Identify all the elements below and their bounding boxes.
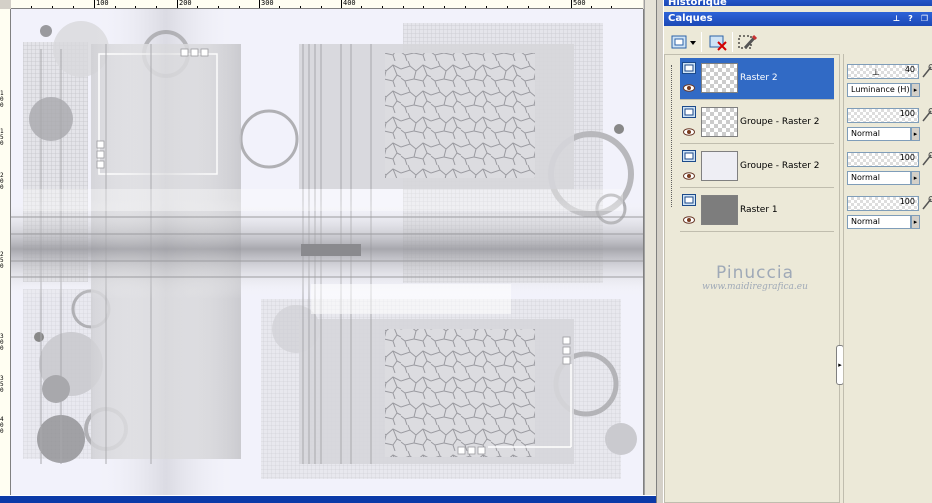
- layer-properties-row: 100 Normal ▸: [847, 194, 932, 236]
- ruler-label: 500: [573, 0, 586, 7]
- ruler-label: 100: [96, 0, 109, 7]
- blend-mode-select[interactable]: Normal: [847, 171, 911, 185]
- dropdown-arrow-icon[interactable]: ▸: [911, 215, 920, 229]
- raster-layer-icon: [682, 194, 696, 206]
- layer-name: Raster 2: [740, 73, 778, 83]
- ruler-label: 0: [0, 387, 4, 394]
- dropdown-arrow-icon[interactable]: ▸: [911, 127, 920, 141]
- visibility-eye-icon[interactable]: [683, 84, 695, 92]
- layer-properties: ⊥ 40 Luminance (H) ▸ 100 Normal ▸ 100 No…: [843, 54, 932, 503]
- panel-splitter[interactable]: [656, 0, 664, 503]
- edit-brush-icon[interactable]: [921, 64, 932, 78]
- opacity-value: 100: [899, 197, 915, 206]
- opacity-slider[interactable]: 100: [847, 108, 919, 123]
- layer-name: Groupe - Raster 2: [740, 161, 820, 171]
- layers-toolbar: [664, 28, 932, 54]
- dropdown-arrow-icon[interactable]: ▸: [911, 171, 920, 185]
- blend-mode-select[interactable]: Normal: [847, 215, 911, 229]
- edit-brush-icon[interactable]: [921, 196, 932, 210]
- horizontal-ruler: 100 200 300 400 500: [11, 0, 643, 9]
- ruler-label: 0: [0, 345, 4, 352]
- raster-layer-icon: [682, 62, 696, 74]
- layer-properties-row: 100 Normal ▸: [847, 150, 932, 192]
- opacity-value: 100: [899, 153, 915, 162]
- layer-row[interactable]: Raster 2: [680, 58, 834, 100]
- new-layer-icon: [671, 35, 696, 49]
- layer-name: Groupe - Raster 2: [740, 117, 820, 127]
- layer-row[interactable]: Groupe - Raster 2: [680, 102, 834, 144]
- new-layer-dropdown-button[interactable]: [669, 32, 697, 52]
- watermark: Pinuccia www.maidiregrafica.eu: [695, 263, 815, 292]
- layers-panel-titlebar[interactable]: Calques ⊥ ? ❐: [664, 12, 932, 26]
- watermark-name: Pinuccia: [716, 263, 794, 283]
- edit-brush-icon[interactable]: [921, 108, 932, 122]
- opacity-slider[interactable]: 100: [847, 196, 919, 211]
- opacity-slider[interactable]: ⊥ 40: [847, 64, 919, 79]
- document-canvas[interactable]: [11, 9, 644, 495]
- opacity-slider[interactable]: 100: [847, 152, 919, 167]
- layers-palette: Historique Calques ⊥ ? ❐ Raster 2 Groupe…: [664, 0, 932, 503]
- raster-layer-icon: [682, 106, 696, 118]
- pin-icon[interactable]: ⊥: [891, 13, 902, 24]
- delete-layer-button[interactable]: [707, 32, 729, 52]
- ruler-label: 300: [261, 0, 274, 7]
- ruler-label: 0: [0, 428, 4, 435]
- app-window: 100 200 300 400 500 1 0 0 1 5 0 2 0 0 2 …: [0, 0, 932, 503]
- opacity-value: 100: [899, 109, 915, 118]
- help-icon[interactable]: ?: [905, 13, 916, 24]
- blend-mode-select[interactable]: Normal: [847, 127, 911, 141]
- layer-thumbnail: [701, 63, 738, 93]
- history-panel-titlebar[interactable]: Historique: [664, 0, 932, 8]
- canvas-area: 100 200 300 400 500 1 0 0 1 5 0 2 0 0 2 …: [0, 0, 656, 503]
- layer-thumbnail: [701, 195, 738, 225]
- layer-row[interactable]: Groupe - Raster 2: [680, 146, 834, 188]
- ruler-label: 200: [179, 0, 192, 7]
- edit-selection-button[interactable]: [736, 32, 758, 52]
- layer-row[interactable]: Raster 1: [680, 190, 834, 232]
- layer-thumbnail: [701, 151, 738, 181]
- vertical-scrollbar[interactable]: [644, 0, 656, 495]
- visibility-eye-icon[interactable]: [683, 216, 695, 224]
- layers-title: Calques: [668, 13, 713, 24]
- slider-pin-icon: ⊥: [872, 68, 880, 78]
- visibility-eye-icon[interactable]: [683, 128, 695, 136]
- watermark-url: www.maidiregrafica.eu: [702, 282, 808, 292]
- edit-brush-icon[interactable]: [921, 152, 932, 166]
- vertical-ruler: 1 0 0 1 5 0 2 0 0 2 5 0 3 0 0 3 5 0 4 0 …: [0, 9, 11, 495]
- opacity-value: 40: [904, 65, 915, 74]
- visibility-eye-icon[interactable]: [683, 172, 695, 180]
- delete-layer-icon: [709, 35, 727, 51]
- raster-layer-icon: [682, 150, 696, 162]
- ruler-label: 400: [343, 0, 356, 7]
- layer-properties-row: 100 Normal ▸: [847, 106, 932, 148]
- ruler-label: 0: [0, 102, 4, 109]
- ruler-label: 0: [0, 140, 4, 147]
- history-title: Historique: [668, 0, 727, 8]
- dropdown-arrow-icon[interactable]: ▸: [911, 83, 920, 97]
- layer-properties-row: ⊥ 40 Luminance (H) ▸: [847, 62, 932, 104]
- layer-name: Raster 1: [740, 205, 778, 215]
- canvas-artwork: [11, 9, 643, 495]
- ruler-label: 0: [0, 184, 4, 191]
- status-bar: [0, 495, 656, 503]
- layer-thumbnail: [701, 107, 738, 137]
- blend-mode-select[interactable]: Luminance (H): [847, 83, 911, 97]
- restore-icon[interactable]: ❐: [919, 13, 930, 24]
- ruler-label: 0: [0, 263, 4, 270]
- edit-selection-icon: [738, 34, 758, 50]
